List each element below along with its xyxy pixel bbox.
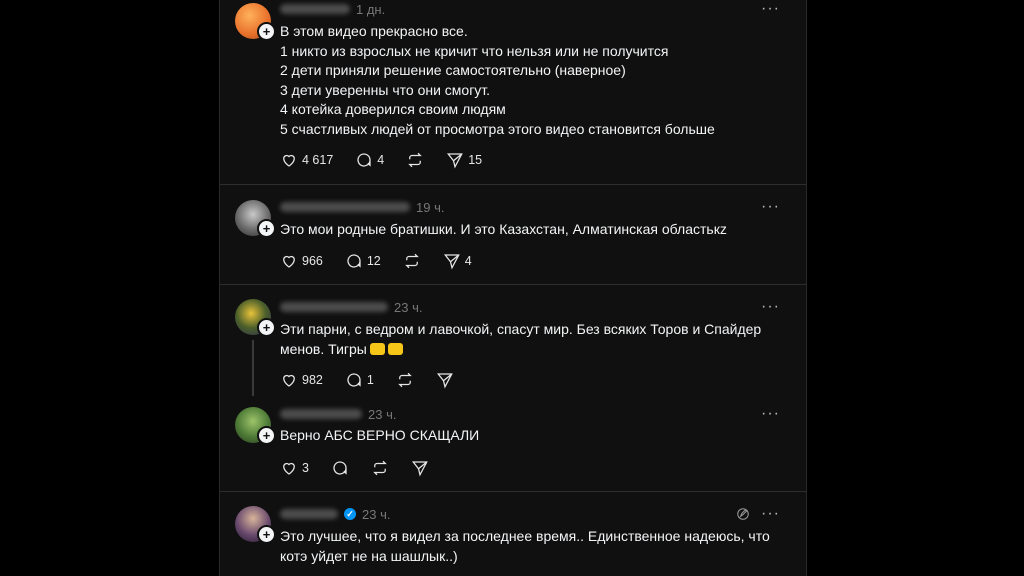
more-icon[interactable]: ··· bbox=[761, 299, 780, 315]
repost-icon bbox=[408, 152, 423, 168]
reply-button[interactable] bbox=[331, 459, 349, 477]
repost-button[interactable] bbox=[371, 459, 389, 477]
follow-plus-icon[interactable]: + bbox=[257, 22, 276, 41]
username-blurred[interactable] bbox=[280, 202, 410, 212]
reply-button[interactable]: 12 bbox=[345, 252, 381, 270]
post-text: В этом видео прекрасно все. 1 никто из в… bbox=[280, 23, 715, 137]
post-time: 1 дн. bbox=[356, 1, 386, 17]
reply-count: 4 bbox=[377, 153, 385, 167]
post-time: 23 ч. bbox=[394, 299, 423, 315]
divider bbox=[220, 284, 806, 285]
like-button[interactable]: 966 bbox=[280, 252, 323, 270]
repost-button[interactable] bbox=[403, 252, 421, 270]
comment-icon bbox=[357, 153, 371, 167]
post-time: 23 ч. bbox=[362, 506, 391, 522]
emoji-icon bbox=[369, 342, 385, 355]
comment-icon bbox=[347, 373, 361, 387]
repost-icon bbox=[373, 460, 387, 476]
post-actions: 982 1 bbox=[280, 370, 454, 390]
divider bbox=[220, 184, 806, 185]
send-icon bbox=[411, 461, 428, 477]
reply-count: 12 bbox=[366, 254, 381, 268]
like-count: 982 bbox=[302, 373, 323, 387]
heart-icon bbox=[283, 255, 295, 268]
send-icon bbox=[443, 254, 460, 270]
username-blurred[interactable] bbox=[280, 302, 388, 312]
more-icon[interactable]: ··· bbox=[761, 1, 780, 17]
post-time: 23 ч. bbox=[368, 406, 397, 422]
repost-icon bbox=[404, 253, 419, 269]
repost-icon bbox=[398, 372, 412, 388]
post-text: Верно АБС ВЕРНО СКАЩАЛИ bbox=[280, 427, 480, 443]
post-text: Это мои родные братишки. И это Казахстан… bbox=[280, 221, 727, 237]
share-button[interactable] bbox=[436, 371, 454, 389]
post-text-content: Эти парни, с ведром и лавочкой, спасут м… bbox=[280, 321, 762, 357]
like-count: 3 bbox=[302, 461, 309, 475]
like-count: 4 617 bbox=[302, 153, 334, 167]
like-button[interactable]: 4 617 bbox=[280, 151, 333, 169]
like-button[interactable]: 3 bbox=[280, 459, 309, 477]
more-icon[interactable]: ··· bbox=[761, 199, 780, 215]
post-actions: 4 617 4 15 bbox=[280, 150, 482, 170]
more-icon[interactable]: ··· bbox=[761, 406, 780, 422]
follow-plus-icon[interactable]: + bbox=[257, 525, 276, 544]
edit-icon[interactable] bbox=[736, 507, 750, 521]
more-icon[interactable]: ··· bbox=[761, 506, 780, 522]
post-actions: 3 bbox=[280, 458, 429, 478]
repost-button[interactable] bbox=[396, 371, 414, 389]
post-actions: 966 12 4 bbox=[280, 251, 472, 271]
comment-icon bbox=[333, 461, 347, 475]
post-text: Эти парни, с ведром и лавочкой, спасут м… bbox=[280, 320, 790, 359]
like-button[interactable]: 982 bbox=[280, 371, 323, 389]
like-count: 966 bbox=[302, 254, 323, 268]
follow-plus-icon[interactable]: + bbox=[257, 318, 276, 337]
feed-panel: + 1 дн. ··· В этом видео прекрасно все. … bbox=[219, 0, 807, 576]
share-button[interactable]: 15 bbox=[446, 151, 482, 169]
share-button[interactable]: 4 bbox=[443, 252, 472, 270]
reply-count: 1 bbox=[366, 373, 374, 387]
post-header: ✓ 23 ч. bbox=[280, 505, 390, 523]
heart-icon bbox=[283, 462, 295, 475]
comment-icon bbox=[347, 254, 361, 268]
thread-line bbox=[252, 340, 254, 396]
post-header: 23 ч. bbox=[280, 405, 396, 423]
share-count: 4 bbox=[464, 254, 472, 268]
send-icon bbox=[436, 373, 453, 389]
username-blurred[interactable] bbox=[280, 4, 350, 14]
reply-button[interactable]: 4 bbox=[355, 151, 384, 169]
post-text: Это лучшее, что я видел за последнее вре… bbox=[280, 528, 770, 564]
post-time: 19 ч. bbox=[416, 199, 445, 215]
follow-plus-icon[interactable]: + bbox=[257, 426, 276, 445]
repost-button[interactable] bbox=[406, 151, 424, 169]
send-icon bbox=[447, 153, 464, 169]
post-header: 19 ч. bbox=[280, 198, 444, 216]
share-count: 15 bbox=[468, 153, 483, 167]
reply-button[interactable]: 1 bbox=[345, 371, 374, 389]
follow-plus-icon[interactable]: + bbox=[257, 219, 276, 238]
verified-icon: ✓ bbox=[344, 508, 356, 520]
share-button[interactable] bbox=[411, 459, 429, 477]
post-header: 23 ч. bbox=[280, 298, 422, 316]
heart-icon bbox=[283, 154, 295, 167]
divider bbox=[220, 491, 806, 492]
post-header: 1 дн. bbox=[280, 0, 385, 18]
heart-icon bbox=[283, 374, 295, 387]
username-blurred[interactable] bbox=[280, 509, 338, 519]
emoji-icon bbox=[387, 342, 403, 355]
username-blurred[interactable] bbox=[280, 409, 362, 419]
